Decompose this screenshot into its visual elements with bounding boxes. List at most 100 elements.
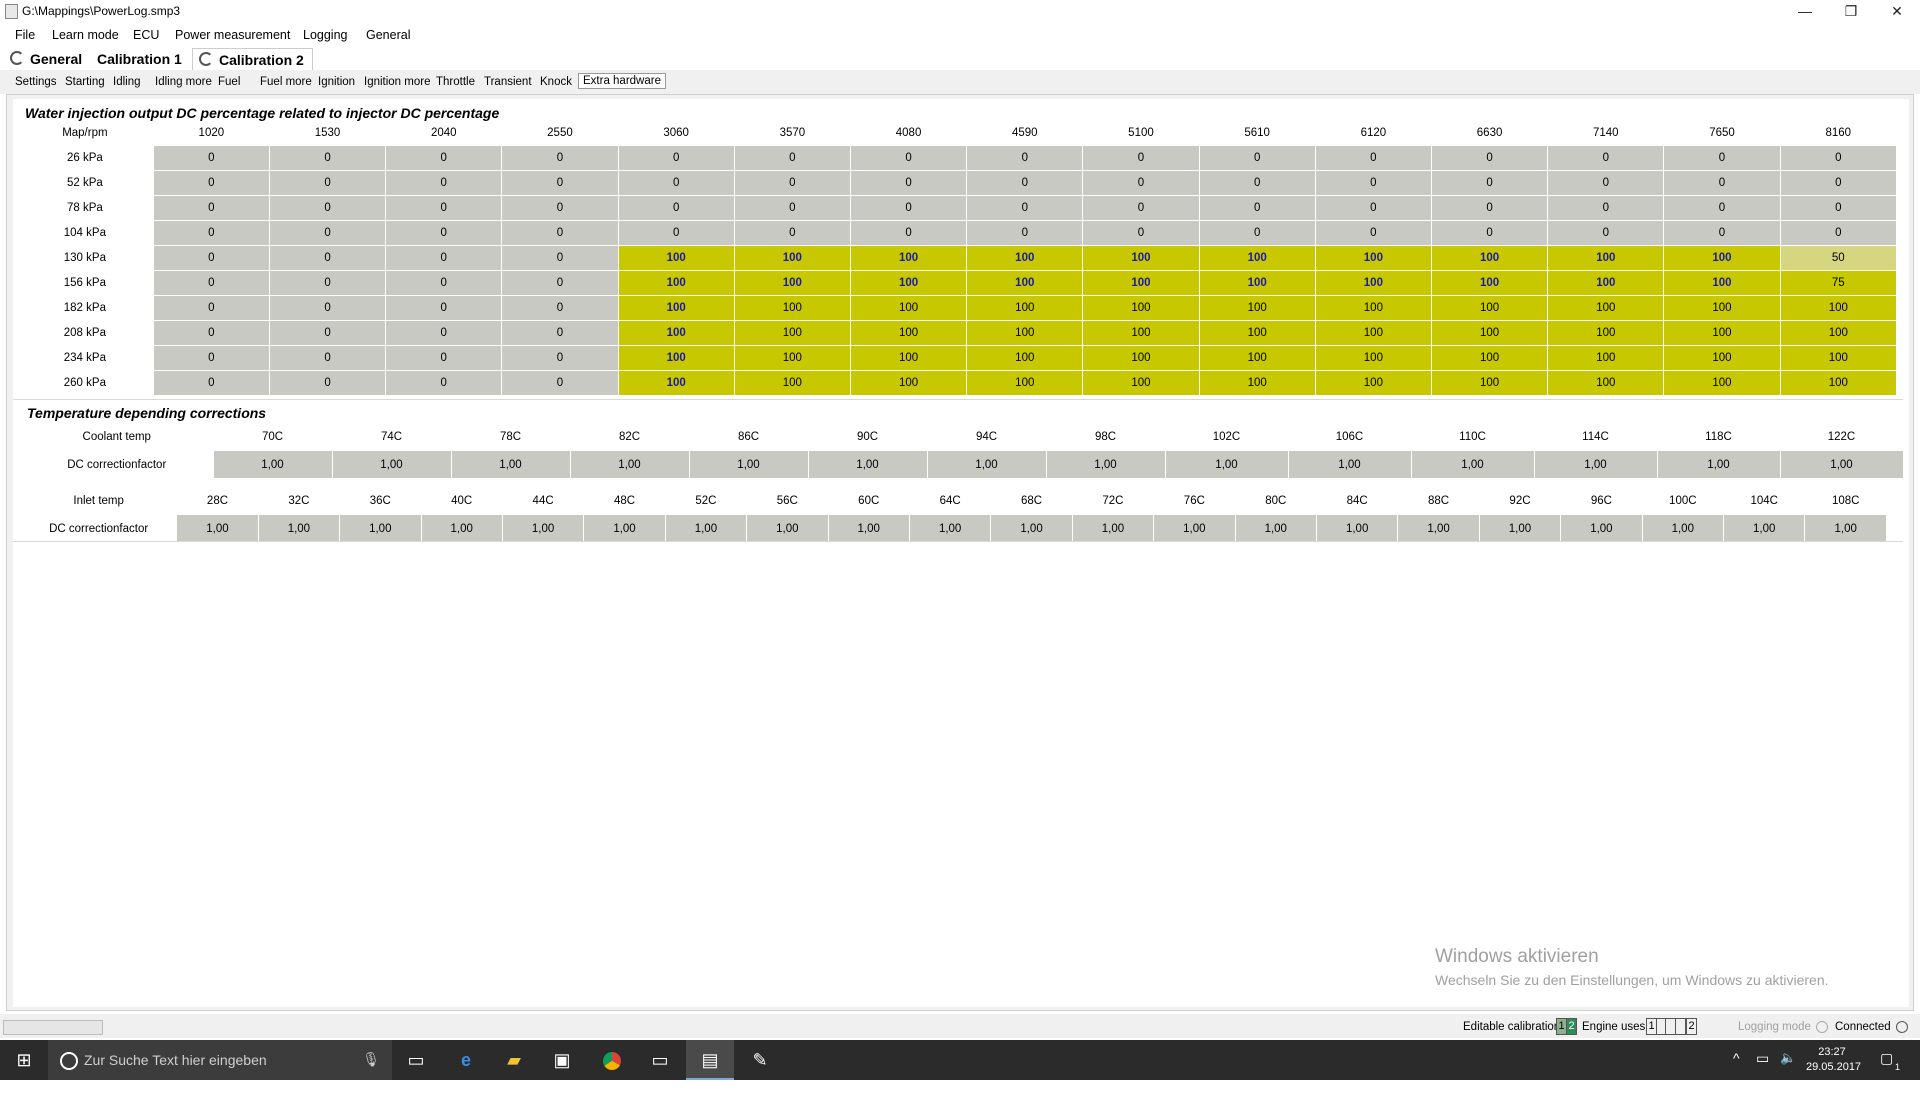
inlet-dc-cell[interactable]: 1,00 <box>1072 514 1155 543</box>
table-cell[interactable]: 0 <box>1547 195 1665 221</box>
table-cell[interactable]: 100 <box>1082 370 1200 396</box>
table-cell[interactable]: 100 <box>734 345 851 371</box>
tab-calibration-1[interactable]: Calibration 1 <box>97 48 182 70</box>
tab-settings[interactable]: Settings <box>15 76 57 88</box>
table-cell[interactable]: 0 <box>269 370 387 396</box>
table-cell[interactable]: 0 <box>966 220 1084 246</box>
table-cell[interactable]: 0 <box>153 145 270 171</box>
table-cell[interactable]: 100 <box>1431 270 1549 296</box>
table-cell[interactable]: 0 <box>1780 220 1898 246</box>
table-cell[interactable]: 0 <box>385 370 503 396</box>
tab-general[interactable]: General <box>10 48 82 70</box>
table-cell[interactable]: 0 <box>153 295 270 321</box>
clock[interactable]: 23:27 29.05.2017 <box>1806 1046 1861 1086</box>
table-cell[interactable]: 0 <box>618 145 735 171</box>
table-cell[interactable]: 0 <box>269 195 387 221</box>
table-cell[interactable]: 0 <box>269 145 387 171</box>
table-cell[interactable]: 0 <box>269 220 387 246</box>
table-cell[interactable]: 0 <box>734 145 851 171</box>
table-cell[interactable]: 0 <box>1780 145 1898 171</box>
table-cell[interactable]: 100 <box>1780 295 1898 321</box>
table-cell[interactable]: 0 <box>501 270 619 296</box>
table-cell[interactable]: 100 <box>1082 295 1200 321</box>
table-cell[interactable]: 100 <box>1547 320 1665 346</box>
tab-ignition-more[interactable]: Ignition more <box>364 76 430 88</box>
inlet-dc-cell[interactable]: 1,00 <box>1235 514 1317 543</box>
coolant-dc-cell[interactable]: 1,00 <box>213 450 333 479</box>
inlet-dc-cell[interactable]: 1,00 <box>583 514 666 543</box>
table-cell[interactable]: 0 <box>1663 170 1781 196</box>
table-cell[interactable]: 100 <box>618 245 735 271</box>
table-cell[interactable]: 100 <box>1663 245 1781 271</box>
table-cell[interactable]: 0 <box>618 170 735 196</box>
table-cell[interactable]: 0 <box>385 295 503 321</box>
table-cell[interactable]: 0 <box>385 270 503 296</box>
table-cell[interactable]: 100 <box>1663 270 1781 296</box>
inlet-dc-cell[interactable]: 1,00 <box>909 514 992 543</box>
table-cell[interactable]: 100 <box>1431 370 1549 396</box>
table-cell[interactable]: 0 <box>1431 220 1549 246</box>
table-cell[interactable]: 100 <box>1315 295 1432 321</box>
tab-extra-hardware[interactable]: Extra hardware <box>578 73 666 89</box>
tab-calibration-2[interactable]: Calibration 2 <box>192 48 313 71</box>
table-cell[interactable]: 0 <box>1082 170 1200 196</box>
coolant-dc-cell[interactable]: 1,00 <box>1534 450 1658 479</box>
table-cell[interactable]: 0 <box>269 270 387 296</box>
table-cell[interactable]: 0 <box>1082 145 1200 171</box>
file-explorer-icon[interactable]: ▰ <box>490 1040 538 1080</box>
coolant-dc-cell[interactable]: 1,00 <box>1657 450 1781 479</box>
table-cell[interactable]: 100 <box>1431 245 1549 271</box>
table-cell[interactable]: 100 <box>966 370 1084 396</box>
table-cell[interactable]: 100 <box>1547 370 1665 396</box>
table-cell[interactable]: 0 <box>153 170 270 196</box>
table-cell[interactable]: 100 <box>734 245 851 271</box>
inlet-dc-cell[interactable]: 1,00 <box>828 514 910 543</box>
table-cell[interactable]: 0 <box>966 145 1084 171</box>
inlet-dc-cell[interactable]: 1,00 <box>1153 514 1236 543</box>
table-cell[interactable]: 0 <box>734 195 851 221</box>
volume-icon[interactable]: 🔈 <box>1780 1050 1796 1090</box>
table-cell[interactable]: 100 <box>1315 320 1432 346</box>
inlet-dc-cell[interactable]: 1,00 <box>339 514 422 543</box>
table-cell[interactable]: 0 <box>385 245 503 271</box>
tab-ignition[interactable]: Ignition <box>318 76 355 88</box>
inlet-dc-cell[interactable]: 1,00 <box>258 514 341 543</box>
table-cell[interactable]: 0 <box>1082 220 1200 246</box>
table-cell[interactable]: 0 <box>1663 195 1781 221</box>
inlet-dc-cell[interactable]: 1,00 <box>421 514 503 543</box>
table-cell[interactable]: 0 <box>153 245 270 271</box>
menu-learn-mode[interactable]: Learn mode <box>52 28 119 42</box>
table-cell[interactable]: 100 <box>1199 320 1316 346</box>
table-cell[interactable]: 0 <box>1315 220 1432 246</box>
table-cell[interactable]: 0 <box>385 195 503 221</box>
table-cell[interactable]: 0 <box>734 220 851 246</box>
table-cell[interactable]: 100 <box>1663 345 1781 371</box>
inlet-dc-cell[interactable]: 1,00 <box>1397 514 1480 543</box>
table-cell[interactable]: 0 <box>153 345 270 371</box>
windows-start-icon[interactable]: ⊞ <box>0 1040 48 1080</box>
table-cell[interactable]: 0 <box>618 220 735 246</box>
table-cell[interactable]: 0 <box>1663 220 1781 246</box>
table-cell[interactable]: 100 <box>966 270 1084 296</box>
table-cell[interactable]: 100 <box>1663 370 1781 396</box>
table-cell[interactable]: 100 <box>734 270 851 296</box>
tab-starting[interactable]: Starting <box>65 76 105 88</box>
table-cell[interactable]: 0 <box>1315 170 1432 196</box>
table-cell[interactable]: 100 <box>1780 345 1898 371</box>
table-cell[interactable]: 100 <box>618 270 735 296</box>
table-cell[interactable]: 0 <box>153 220 270 246</box>
table-cell[interactable]: 100 <box>1431 295 1549 321</box>
table-cell[interactable]: 0 <box>1315 145 1432 171</box>
table-cell[interactable]: 100 <box>1431 320 1549 346</box>
table-cell[interactable]: 0 <box>385 220 503 246</box>
coolant-dc-cell[interactable]: 1,00 <box>1046 450 1166 479</box>
table-cell[interactable]: 100 <box>734 295 851 321</box>
table-cell[interactable]: 0 <box>1315 195 1432 221</box>
table-cell[interactable]: 100 <box>1082 345 1200 371</box>
inlet-dc-cell[interactable]: 1,00 <box>1479 514 1562 543</box>
table-cell[interactable]: 0 <box>385 345 503 371</box>
coolant-dc-cell[interactable]: 1,00 <box>1780 450 1904 479</box>
table-cell[interactable]: 100 <box>1199 345 1316 371</box>
table-cell[interactable]: 0 <box>385 170 503 196</box>
table-cell[interactable]: 50 <box>1780 245 1898 271</box>
